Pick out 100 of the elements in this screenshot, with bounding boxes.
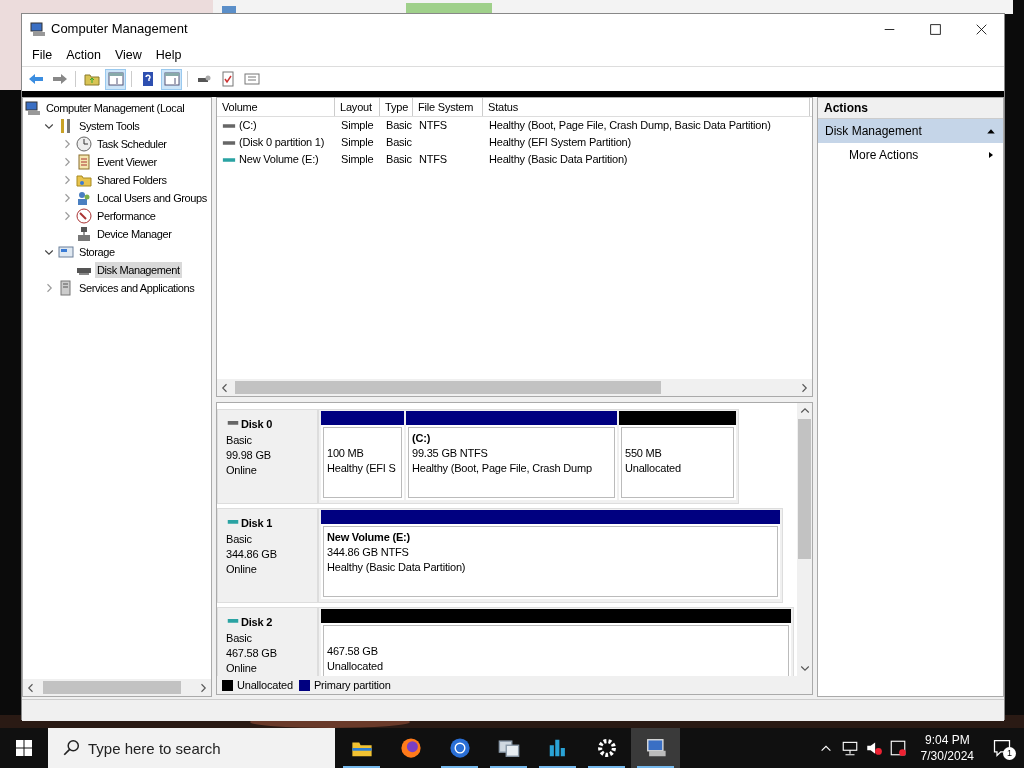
time-text: 9:04 PM — [924, 732, 970, 748]
tree-item[interactable]: Performance — [95, 207, 158, 225]
computers-icon — [497, 737, 520, 759]
computer-icon — [25, 100, 41, 116]
partition[interactable]: 100 MB Healthy (EFI S — [321, 411, 404, 500]
table-cell-text: Basic — [386, 152, 412, 168]
scrollbar[interactable] — [217, 379, 812, 396]
disk-status: Online — [226, 462, 258, 478]
disk-name: Disk 0 — [241, 417, 273, 432]
tree-item[interactable]: Device Manager — [95, 225, 174, 243]
computer-icon — [30, 21, 46, 37]
table-cell-text: Simple — [341, 118, 374, 134]
tree-item[interactable]: Shared Folders — [95, 171, 169, 189]
network-icon — [840, 739, 859, 757]
pane-icon — [107, 71, 124, 87]
column-header[interactable]: Status — [483, 98, 810, 116]
partition-size: 467.58 GB — [327, 644, 379, 659]
list-icon — [243, 71, 260, 87]
scrollbar[interactable] — [23, 679, 211, 696]
partition[interactable]: New Volume (E:) 344.86 GB NTFS Healthy (Basic Data Partition) — [321, 510, 780, 599]
gauge-icon — [76, 208, 92, 224]
menu-item[interactable]: File — [25, 45, 60, 65]
clock[interactable]: 9:04 PM 7/30/2024 — [914, 732, 980, 764]
menu-item[interactable]: Help — [148, 45, 189, 65]
disk-status: Online — [226, 561, 258, 577]
tree-item[interactable]: System Tools — [77, 117, 142, 135]
users-icon — [76, 190, 92, 206]
tree-item[interactable]: Task Scheduler — [95, 135, 169, 153]
menu-item[interactable]: Action — [59, 45, 108, 65]
back-icon — [27, 71, 44, 87]
storage-icon — [58, 244, 74, 260]
tree-item[interactable]: Disk Management — [95, 261, 182, 279]
computer-icon — [644, 737, 667, 759]
legend-label: Unallocated — [237, 677, 293, 693]
menu-item[interactable]: View — [107, 45, 149, 65]
partition-title: New Volume (E:) — [327, 530, 411, 545]
table-cell-text: Basic — [386, 118, 412, 134]
table-cell-text: Basic — [386, 135, 412, 151]
tree-item[interactable]: Local Users and Groups — [95, 189, 209, 207]
disk-type: Basic — [226, 531, 253, 547]
device-icon — [76, 226, 92, 242]
partition-status: Unallocated — [327, 659, 384, 674]
checklist-icon — [219, 71, 236, 87]
clock-icon — [76, 136, 92, 152]
message-icon — [992, 738, 1012, 758]
tray-icon — [888, 739, 907, 757]
settings-icon — [595, 737, 618, 759]
disk-name: Disk 2 — [241, 615, 273, 630]
log-icon — [76, 154, 92, 170]
partition[interactable]: 550 MB Unallocated — [619, 411, 736, 500]
actions-header: Actions — [818, 98, 1003, 119]
partition-title: (C:) — [412, 431, 432, 446]
partition-status: Unallocated — [625, 461, 682, 476]
windows-logo-icon — [16, 740, 32, 756]
table-cell-text: NTFS — [419, 152, 447, 168]
disk-type: Basic — [226, 432, 253, 448]
disk-size: 99.98 GB — [226, 447, 272, 463]
partition[interactable]: (C:) 99.35 GB NTFS Healthy (Boot, Page File, Crash Dump — [406, 411, 617, 500]
partition[interactable]: 467.58 GB Unallocated — [321, 609, 791, 676]
maximize-icon — [929, 23, 941, 35]
partition-size: 344.86 GB NTFS — [327, 545, 410, 560]
submenu-arrow-icon — [987, 150, 995, 160]
partition-status: Healthy (EFI S — [327, 461, 397, 476]
partition-status: Healthy (Basic Data Partition) — [327, 560, 467, 575]
table-cell-text: Healthy (Basic Data Partition) — [489, 152, 628, 168]
server-icon — [58, 280, 74, 296]
table-cell-text: Healthy (EFI System Partition) — [489, 135, 631, 151]
table-cell-text: Simple — [341, 152, 374, 168]
search-field[interactable]: Type here to search — [48, 728, 335, 768]
table-cell-text: New Volume (E:) — [239, 152, 319, 168]
column-header[interactable]: Volume — [217, 98, 335, 116]
column-header[interactable]: Type — [380, 98, 413, 116]
disk-size: 467.58 GB — [226, 645, 278, 661]
disk-status: Online — [226, 660, 258, 676]
browser-icon — [399, 737, 422, 759]
taskbar-app[interactable] — [631, 728, 680, 768]
legend-swatch — [298, 679, 310, 691]
tree-item[interactable]: Event Viewer — [95, 153, 159, 171]
table-cell-text: (Disk 0 partition 1) — [239, 135, 325, 151]
partition-size: 99.35 GB NTFS — [412, 446, 489, 461]
close-icon — [975, 23, 987, 35]
forward-icon — [51, 71, 68, 87]
window-title: Computer Management — [51, 20, 188, 39]
tree-item[interactable]: Services and Applications — [77, 279, 197, 297]
table-cell-text: NTFS — [419, 118, 447, 134]
legend-label: Primary partition — [313, 677, 391, 693]
column-header[interactable]: Layout — [335, 98, 380, 116]
pane-icon — [163, 71, 180, 87]
search-icon — [62, 739, 80, 757]
action-item[interactable]: More Actions — [818, 143, 1003, 167]
tree-item[interactable]: Computer Management (Local — [44, 99, 187, 117]
column-header[interactable]: File System — [413, 98, 483, 116]
disk-size: 344.86 GB — [226, 546, 278, 562]
table-cell-text: Simple — [341, 135, 374, 151]
table-cell-text: (C:) — [239, 118, 257, 134]
notifications-button[interactable]: 1 — [980, 728, 1024, 768]
folder-up-icon — [83, 71, 100, 87]
action-group-header[interactable]: Disk Management — [818, 119, 1003, 143]
scrollbar[interactable] — [797, 403, 812, 676]
tree-item[interactable]: Storage — [77, 243, 117, 261]
